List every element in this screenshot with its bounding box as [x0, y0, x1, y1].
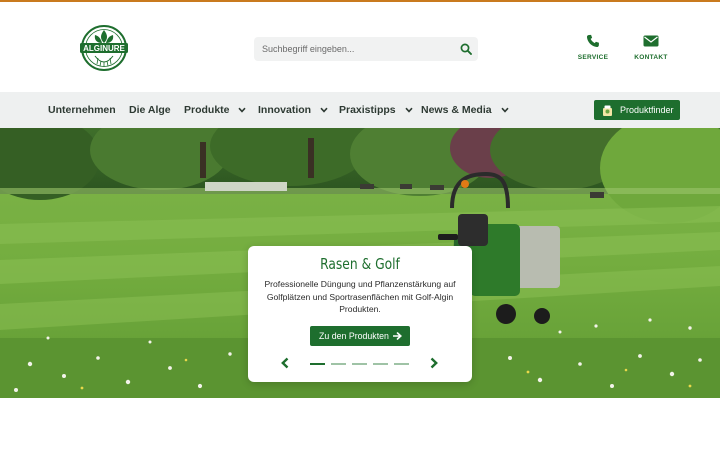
slide-description: Professionelle Düngung und Pflanzenstärk…	[264, 279, 456, 314]
nav-item-label: Unternehmen	[48, 104, 116, 116]
envelope-icon	[643, 35, 659, 47]
kontakt-label: KONTAKT	[634, 54, 668, 61]
chevron-down-icon	[500, 107, 509, 113]
nav-item-unternehmen[interactable]: Unternehmen	[48, 92, 116, 128]
slide-title: Rasen & Golf	[320, 255, 400, 273]
nav-item-innovation[interactable]: Innovation	[258, 92, 328, 128]
chevron-down-icon	[404, 107, 413, 113]
slide-dot[interactable]	[310, 363, 325, 365]
arrow-right-icon	[393, 332, 402, 340]
hero-slide-card: Rasen & Golf Professionelle Düngung und …	[248, 246, 472, 382]
zu-den-produkten-button[interactable]: Zu den Produkten	[310, 326, 410, 346]
slide-dot[interactable]	[331, 363, 346, 365]
hero-slider: Rasen & Golf Professionelle Düngung und …	[0, 128, 720, 398]
search-input[interactable]	[254, 37, 450, 61]
chevron-down-icon	[238, 107, 247, 113]
chevron-left-icon[interactable]	[280, 357, 290, 369]
nav-item-die-alge[interactable]: Die Alge	[129, 92, 171, 128]
produktfinder-label: Produktfinder	[620, 105, 674, 115]
nav-item-label: Praxistipps	[339, 104, 396, 116]
main-navigation: Unternehmen Die Alge Produkte Innovation…	[0, 92, 720, 128]
chevron-right-icon[interactable]	[429, 357, 439, 369]
slide-dot[interactable]	[373, 363, 388, 365]
nav-item-produkte[interactable]: Produkte	[184, 92, 247, 128]
phone-icon	[586, 34, 599, 48]
nav-item-label: News & Media	[421, 104, 492, 116]
nav-item-praxistipps[interactable]: Praxistipps	[339, 92, 413, 128]
logo-text: ALGINURE	[83, 44, 125, 53]
cta-label: Zu den Produkten	[319, 331, 389, 341]
nav-item-label: Produkte	[184, 104, 230, 116]
site-header: ALGINURE SERVICE KONTAKT	[0, 2, 720, 92]
slide-dot[interactable]	[352, 363, 367, 365]
alginure-logo[interactable]: ALGINURE	[79, 24, 129, 72]
nav-item-label: Innovation	[258, 104, 312, 116]
search-icon[interactable]	[460, 43, 472, 55]
service-label: SERVICE	[577, 54, 609, 61]
slide-dot[interactable]	[394, 363, 409, 365]
chevron-down-icon	[320, 107, 328, 113]
service-link[interactable]: SERVICE	[571, 34, 615, 61]
nav-item-label: Die Alge	[129, 104, 171, 116]
page-below-fold	[0, 398, 720, 450]
kontakt-link[interactable]: KONTAKT	[629, 34, 673, 61]
slide-indicators	[310, 363, 410, 365]
nav-item-news-media[interactable]: News & Media	[421, 92, 509, 128]
product-finder-icon	[603, 105, 612, 116]
search-bar	[254, 37, 478, 61]
produktfinder-button[interactable]: Produktfinder	[594, 100, 680, 120]
